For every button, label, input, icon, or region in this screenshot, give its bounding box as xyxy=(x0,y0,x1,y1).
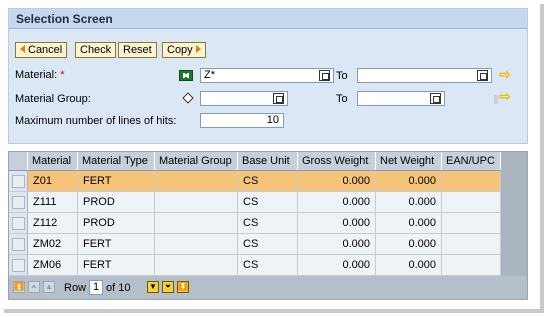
cell-base-unit: CS xyxy=(237,212,298,234)
value-help-icon[interactable] xyxy=(319,70,330,81)
cell-material-type: PROD xyxy=(77,191,155,213)
required-mark: * xyxy=(60,69,65,81)
cell-material-group xyxy=(154,212,238,234)
column-header-base-unit[interactable]: Base Unit xyxy=(237,152,298,171)
cell-material-type: FERT xyxy=(77,254,155,276)
material-to-input[interactable] xyxy=(357,68,492,83)
cell-material: Z01 xyxy=(27,170,78,192)
cell-gross-weight: 0.000 xyxy=(297,254,376,276)
column-header-net-weight[interactable]: Net Weight xyxy=(375,152,442,171)
row-number-input[interactable]: 1 xyxy=(89,280,103,295)
table-row[interactable]: Z01 FERT CS 0.000 0.000 xyxy=(9,170,501,192)
column-header-material-type[interactable]: Material Type xyxy=(77,152,155,171)
first-page-icon[interactable]: ⏫ xyxy=(13,281,25,293)
cell-gross-weight: 0.000 xyxy=(297,212,376,234)
results-table: Material Material Type Material Group Ba… xyxy=(8,151,528,300)
multiple-selection-icon[interactable]: ⇨ xyxy=(499,67,515,81)
row-number-value: 1 xyxy=(92,281,100,293)
cell-material-group xyxy=(154,254,238,276)
cell-gross-weight: 0.000 xyxy=(297,170,376,192)
multiple-selection-icon[interactable]: ⇨ xyxy=(499,89,515,103)
row-selector[interactable] xyxy=(9,191,28,213)
cell-material: ZM06 xyxy=(27,254,78,276)
cell-material: Z112 xyxy=(27,212,78,234)
select-all-header[interactable] xyxy=(9,152,28,171)
next-row-icon[interactable]: ▼ xyxy=(147,281,159,293)
cell-base-unit: CS xyxy=(237,254,298,276)
cell-material-group xyxy=(154,170,238,192)
material-group-label: Material Group: xyxy=(15,93,91,105)
cell-ean-upc xyxy=(441,233,501,255)
column-header-material-group[interactable]: Material Group xyxy=(154,152,238,171)
max-hits-input[interactable]: 10 xyxy=(200,113,284,128)
cell-gross-weight: 0.000 xyxy=(297,233,376,255)
cell-ean-upc xyxy=(441,212,501,234)
row-label: Row xyxy=(64,282,87,294)
cancel-button-label: Cancel xyxy=(28,44,63,56)
previous-row-icon[interactable]: ▲ xyxy=(43,281,55,293)
column-header-gross-weight[interactable]: Gross Weight xyxy=(297,152,376,171)
value-help-icon[interactable] xyxy=(430,93,441,104)
disabled-indicator-icon xyxy=(494,95,498,104)
cell-gross-weight: 0.000 xyxy=(297,191,376,213)
cell-material: Z111 xyxy=(27,191,78,213)
cell-material-type: FERT xyxy=(77,170,155,192)
cell-net-weight: 0.000 xyxy=(375,170,442,192)
value-help-icon[interactable] xyxy=(273,93,284,104)
cell-net-weight: 0.000 xyxy=(375,254,442,276)
max-hits-label: Maximum number of lines of hits: xyxy=(15,115,177,127)
row-count-label: of 10 xyxy=(106,282,131,294)
selection-option-icon[interactable] xyxy=(182,92,194,104)
cell-material-group xyxy=(154,233,238,255)
reset-button[interactable]: Reset xyxy=(118,42,157,58)
cell-net-weight: 0.000 xyxy=(375,212,442,234)
table-row[interactable]: Z111 PROD CS 0.000 0.000 xyxy=(9,191,501,213)
cell-ean-upc xyxy=(441,191,501,213)
row-selector[interactable] xyxy=(9,212,28,234)
arrow-left-icon xyxy=(20,45,25,54)
row-selector[interactable] xyxy=(9,254,28,276)
last-page-icon[interactable]: ⏬ xyxy=(177,281,189,293)
cell-material-type: FERT xyxy=(77,233,155,255)
cell-material-group xyxy=(154,191,238,213)
cell-material-type: PROD xyxy=(77,212,155,234)
material-from-input[interactable]: Z* xyxy=(200,68,334,83)
cell-base-unit: CS xyxy=(237,233,298,255)
table-row[interactable]: Z112 PROD CS 0.000 0.000 xyxy=(9,212,501,234)
arrow-right-icon xyxy=(195,45,201,54)
column-header-ean-upc[interactable]: EAN/UPC xyxy=(441,152,501,171)
table-navigation: ⏫ ⏶ ▲ Row 1 of 10 ▼ ⏷ ⏬ xyxy=(9,276,527,299)
cancel-button[interactable]: Cancel xyxy=(15,42,68,58)
results-grid: Material Material Type Material Group Ba… xyxy=(9,152,501,276)
panel-title: Selection Screen xyxy=(9,9,527,29)
material-group-to-label: To xyxy=(336,93,348,105)
table-header-row: Material Material Type Material Group Ba… xyxy=(9,152,501,171)
material-from-value: Z* xyxy=(204,69,215,81)
cell-net-weight: 0.000 xyxy=(375,233,442,255)
selection-option-icon[interactable] xyxy=(179,70,193,81)
cell-material: ZM02 xyxy=(27,233,78,255)
table-row[interactable]: ZM06 FERT CS 0.000 0.000 xyxy=(9,254,501,276)
check-button[interactable]: Check xyxy=(75,42,117,58)
cell-ean-upc xyxy=(441,170,501,192)
table-row[interactable]: ZM02 FERT CS 0.000 0.000 xyxy=(9,233,501,255)
material-label-text: Material: xyxy=(15,69,58,81)
column-header-material[interactable]: Material xyxy=(27,152,78,171)
cell-ean-upc xyxy=(441,254,501,276)
row-selector[interactable] xyxy=(9,233,28,255)
cell-net-weight: 0.000 xyxy=(375,191,442,213)
cell-base-unit: CS xyxy=(237,191,298,213)
copy-button[interactable]: Copy xyxy=(162,42,206,58)
row-selector[interactable] xyxy=(9,170,28,192)
cell-base-unit: CS xyxy=(237,170,298,192)
previous-page-icon[interactable]: ⏶ xyxy=(28,281,40,293)
material-to-label: To xyxy=(336,70,348,82)
material-label: Material: * xyxy=(15,69,65,81)
copy-button-label: Copy xyxy=(167,44,193,56)
selection-panel: Selection Screen Cancel Check Reset Copy… xyxy=(8,8,528,144)
next-page-icon[interactable]: ⏷ xyxy=(162,281,174,293)
max-hits-value: 10 xyxy=(266,114,279,126)
value-help-icon[interactable] xyxy=(477,70,488,81)
